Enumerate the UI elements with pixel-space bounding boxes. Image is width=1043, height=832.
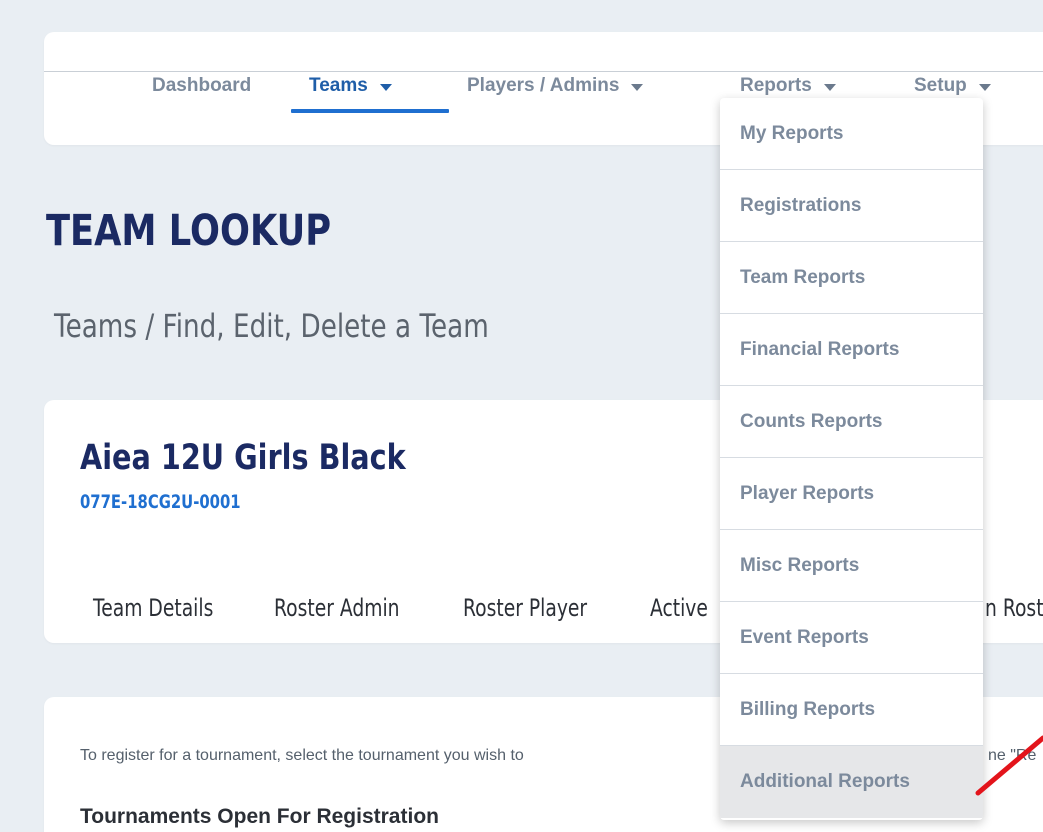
registration-instructions-tail: ne "Re xyxy=(988,747,1037,764)
chevron-down-icon xyxy=(631,83,644,91)
nav-item-teams[interactable]: Teams xyxy=(309,75,392,97)
nav-item-label: Dashboard xyxy=(152,75,252,96)
page-subtitle: Teams / Find, Edit, Delete a Team xyxy=(54,307,489,345)
nav-item-label: Teams xyxy=(309,75,368,96)
chevron-down-icon xyxy=(978,83,991,91)
registration-instructions: To register for a tournament, select the… xyxy=(80,747,524,764)
tab-roster-admin[interactable]: Roster Admin xyxy=(274,594,400,622)
nav-item-label: Reports xyxy=(740,75,812,96)
team-code[interactable]: 077E-18CG2U-0001 xyxy=(80,491,241,513)
nav-bar-divider xyxy=(44,52,1043,72)
page-title: TEAM LOOKUP xyxy=(46,206,332,256)
menu-item-misc-reports[interactable]: Misc Reports xyxy=(720,530,983,602)
tournaments-heading: Tournaments Open For Registration xyxy=(80,805,439,828)
menu-item-additional-reports[interactable]: Additional Reports xyxy=(720,746,983,818)
menu-item-team-reports[interactable]: Team Reports xyxy=(720,242,983,314)
nav-item-label: Setup xyxy=(914,75,967,96)
menu-item-counts-reports[interactable]: Counts Reports xyxy=(720,386,983,458)
chevron-down-icon xyxy=(379,83,392,91)
menu-item-player-reports[interactable]: Player Reports xyxy=(720,458,983,530)
nav-item-players-admins[interactable]: Players / Admins xyxy=(467,75,644,97)
nav-item-reports[interactable]: Reports xyxy=(740,75,836,97)
tab-roster-partial[interactable]: n Rost xyxy=(985,594,1043,622)
tab-team-details[interactable]: Team Details xyxy=(93,594,213,622)
active-tab-underline xyxy=(291,109,449,113)
nav-item-label: Players / Admins xyxy=(467,75,620,96)
team-name: Aiea 12U Girls Black xyxy=(80,438,406,478)
tab-roster-player[interactable]: Roster Player xyxy=(463,594,587,622)
menu-item-financial-reports[interactable]: Financial Reports xyxy=(720,314,983,386)
nav-item-dashboard[interactable]: Dashboard xyxy=(152,75,251,97)
reports-dropdown-menu: My Reports Registrations Team Reports Fi… xyxy=(720,98,983,820)
menu-item-registrations[interactable]: Registrations xyxy=(720,170,983,242)
menu-item-billing-reports[interactable]: Billing Reports xyxy=(720,674,983,746)
chevron-down-icon xyxy=(823,83,836,91)
menu-item-event-reports[interactable]: Event Reports xyxy=(720,602,983,674)
nav-item-setup[interactable]: Setup xyxy=(914,75,991,97)
menu-item-my-reports[interactable]: My Reports xyxy=(720,98,983,170)
tab-active[interactable]: Active xyxy=(650,594,708,622)
